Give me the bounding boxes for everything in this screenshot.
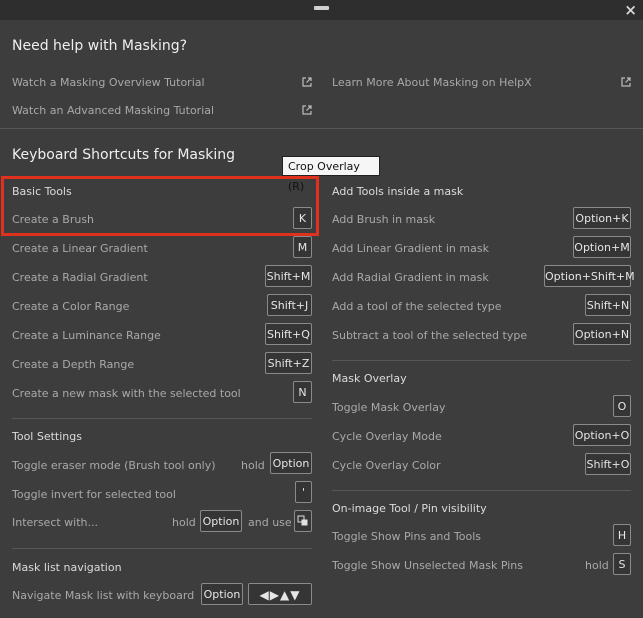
shortcut-label: Add a tool of the selected type	[332, 300, 502, 313]
link-advanced-masking[interactable]: Watch an Advanced Masking Tutorial	[12, 104, 214, 117]
shortcuts-title: Keyboard Shortcuts for Masking	[12, 147, 236, 163]
external-link-icon[interactable]	[621, 77, 631, 87]
shortcut-key: Shift+N	[585, 294, 631, 316]
shortcut-label: Toggle invert for selected tool	[12, 488, 176, 501]
divider	[332, 360, 631, 361]
drag-handle-icon[interactable]	[314, 6, 329, 10]
tool-settings-heading: Tool Settings	[12, 430, 82, 443]
hold-label: hold	[241, 459, 265, 472]
link-helpx[interactable]: Learn More About Masking on HelpX	[332, 76, 532, 89]
intersect-icon	[297, 515, 308, 526]
shortcut-key: Option+M	[573, 236, 631, 258]
shortcut-label: Create a new mask with the selected tool	[12, 387, 241, 400]
external-link-icon[interactable]	[302, 77, 312, 87]
tooltip: Crop Overlay (R)	[282, 156, 380, 193]
shortcut-key: Option	[201, 583, 243, 605]
divider	[12, 418, 312, 419]
pin-visibility-heading: On-image Tool / Pin visibility	[332, 502, 487, 515]
shortcut-label: Create a Luminance Range	[12, 329, 161, 342]
panel-top-bar: ×	[0, 0, 643, 20]
shortcut-key: Option	[270, 452, 312, 474]
shortcut-key: Option+Shift+M	[544, 265, 635, 287]
close-icon[interactable]: ×	[624, 1, 637, 19]
shortcut-label: Add Radial Gradient in mask	[332, 271, 489, 284]
intersect-mask-key	[294, 510, 312, 532]
shortcut-label: Toggle Mask Overlay	[332, 401, 446, 414]
shortcut-label: Cycle Overlay Color	[332, 459, 441, 472]
shortcut-key: O	[613, 395, 631, 417]
shortcut-label: Toggle Show Unselected Mask Pins	[332, 559, 523, 572]
shortcut-key: Option+N	[573, 323, 631, 345]
shortcut-key: M	[293, 236, 312, 258]
shortcut-key: Shift+J	[267, 294, 312, 316]
and-use-label: and use	[248, 516, 292, 529]
shortcut-key: Option+O	[573, 424, 631, 446]
shortcut-label: Intersect with...	[12, 516, 99, 529]
shortcut-key: Shift+M	[265, 265, 312, 287]
link-masking-overview[interactable]: Watch a Masking Overview Tutorial	[12, 76, 205, 89]
add-tools-heading: Add Tools inside a mask	[332, 185, 464, 198]
hold-label: hold	[172, 516, 196, 529]
shortcut-key: '	[295, 481, 312, 503]
shortcut-key: Shift+Z	[265, 352, 312, 374]
shortcut-key: H	[613, 524, 631, 546]
highlight-box	[1, 176, 319, 236]
shortcut-label: Toggle Show Pins and Tools	[332, 530, 481, 543]
shortcut-label: Create a Radial Gradient	[12, 271, 148, 284]
shortcut-key: Shift+O	[585, 453, 631, 475]
shortcut-label: Navigate Mask list with keyboard	[12, 589, 195, 602]
shortcut-label: Create a Depth Range	[12, 358, 135, 371]
help-title: Need help with Masking?	[12, 38, 188, 54]
shortcut-label: Create a Color Range	[12, 300, 130, 313]
shortcut-label: Subtract a tool of the selected type	[332, 329, 528, 342]
divider	[332, 490, 631, 491]
shortcut-key: Option	[200, 510, 242, 532]
divider	[12, 548, 312, 549]
divider	[0, 128, 643, 129]
shortcut-key: Shift+Q	[265, 323, 312, 345]
shortcut-label: Toggle eraser mode (Brush tool only)	[12, 459, 216, 472]
arrow-keys: ◀▶▲▼	[248, 583, 312, 605]
mask-overlay-heading: Mask Overlay	[332, 372, 407, 385]
external-link-icon[interactable]	[302, 105, 312, 115]
shortcut-label: Add Brush in mask	[332, 213, 436, 226]
shortcut-key: N	[293, 381, 312, 403]
shortcut-label: Add Linear Gradient in mask	[332, 242, 489, 255]
hold-label: hold	[585, 559, 609, 572]
shortcut-key: S	[613, 553, 631, 575]
shortcut-key: Option+K	[573, 207, 631, 229]
shortcut-label: Create a Linear Gradient	[12, 242, 148, 255]
mask-list-heading: Mask list navigation	[12, 561, 122, 574]
shortcut-label: Cycle Overlay Mode	[332, 430, 442, 443]
